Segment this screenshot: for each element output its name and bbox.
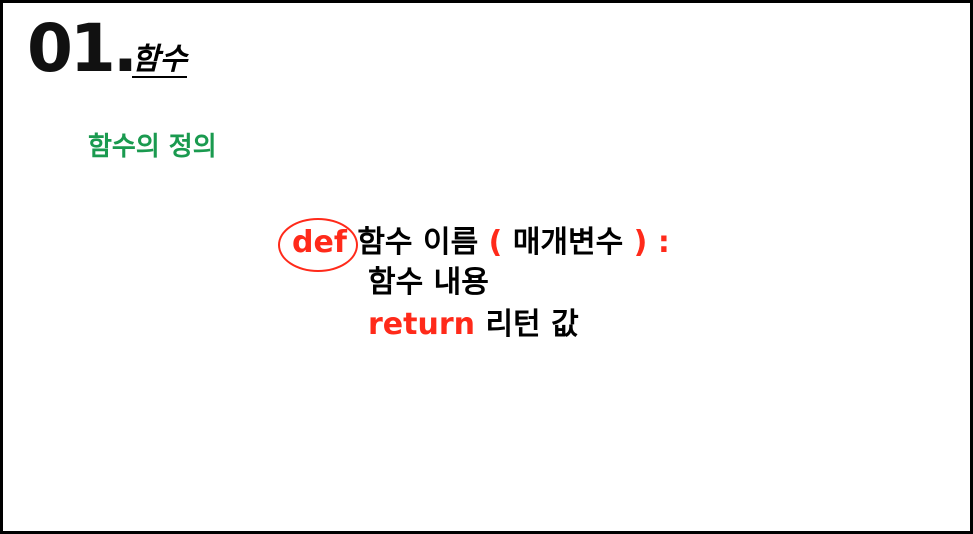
return-keyword: return	[368, 307, 475, 342]
parameters: 매개변수	[512, 225, 624, 260]
subtitle: 함수의 정의	[88, 132, 217, 162]
function-name: 함수 이름	[357, 225, 479, 260]
section-number: 01.	[27, 10, 138, 87]
code-line-return: return 리턴 값	[368, 310, 579, 340]
open-paren: (	[488, 225, 503, 260]
close-paren: )	[633, 225, 648, 260]
code-line-def: def 함수 이름 ( 매개변수 ) :	[292, 228, 670, 258]
code-line-body: 함수 내용	[368, 268, 489, 298]
function-body: 함수 내용	[368, 265, 489, 300]
colon: :	[657, 225, 670, 260]
return-value: 리턴 값	[485, 307, 579, 342]
def-keyword: def	[292, 225, 347, 260]
section-title: 함수	[132, 42, 188, 78]
